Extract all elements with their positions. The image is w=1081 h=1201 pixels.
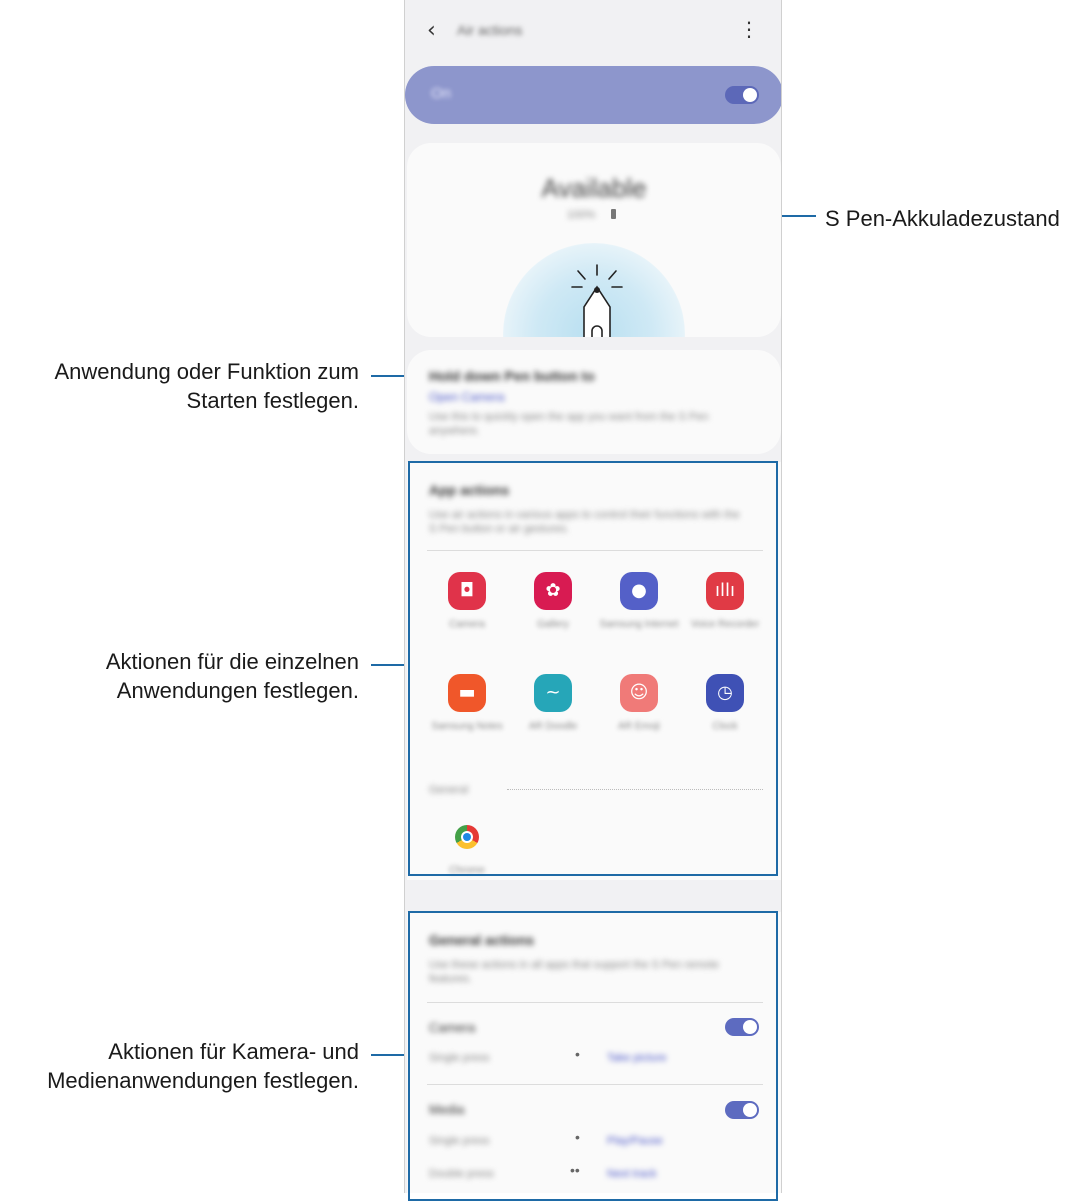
pen-status-card: Available 100% <box>407 143 781 337</box>
pen-status-text: Available <box>541 173 647 203</box>
battery-icon <box>611 209 616 219</box>
hold-pen-link[interactable]: Open Camera <box>429 390 504 404</box>
toggle-knob <box>743 88 757 102</box>
master-toggle[interactable] <box>725 86 759 104</box>
callout-remote-launch: Anwendung oder Funktion zum Starten fest… <box>54 357 359 415</box>
hold-pen-description: Use this to quickly open the app you wan… <box>429 411 709 437</box>
highlight-general-actions <box>408 911 778 1201</box>
callout-remote-launch-line1: Anwendung oder Funktion zum <box>54 359 359 384</box>
chevron-left-icon[interactable]: ‹ <box>427 18 436 43</box>
callout-media-actions-line2: Medienanwendungen festlegen. <box>47 1068 359 1093</box>
callout-app-actions: Aktionen für die einzelnen Anwendungen f… <box>106 647 359 705</box>
callout-app-actions-line1: Aktionen für die einzelnen <box>105 649 359 674</box>
more-vertical-icon[interactable]: ⋮ <box>739 17 759 41</box>
page-title: Air actions <box>457 22 523 38</box>
s-pen-icon <box>571 264 623 337</box>
master-switch-label: On <box>431 85 452 102</box>
callout-media-actions: Aktionen für Kamera- und Medienanwendung… <box>47 1037 359 1095</box>
hold-pen-title: Hold down Pen button to <box>429 368 595 384</box>
callout-battery-status: S Pen-Akkuladezustand <box>825 206 1060 231</box>
highlight-app-actions <box>408 461 778 876</box>
master-switch-bar[interactable]: On <box>405 66 781 124</box>
callout-media-actions-line1: Aktionen für Kamera- und <box>108 1039 359 1064</box>
callout-remote-launch-line2: Starten festlegen. <box>186 388 359 413</box>
top-app-bar: ‹ Air actions ⋮ <box>405 8 781 54</box>
hold-pen-button-card[interactable]: Hold down Pen button to Open Camera Use … <box>407 350 781 454</box>
battery-percent: 100% <box>567 209 596 221</box>
callout-app-actions-line2: Anwendungen festlegen. <box>116 678 359 703</box>
